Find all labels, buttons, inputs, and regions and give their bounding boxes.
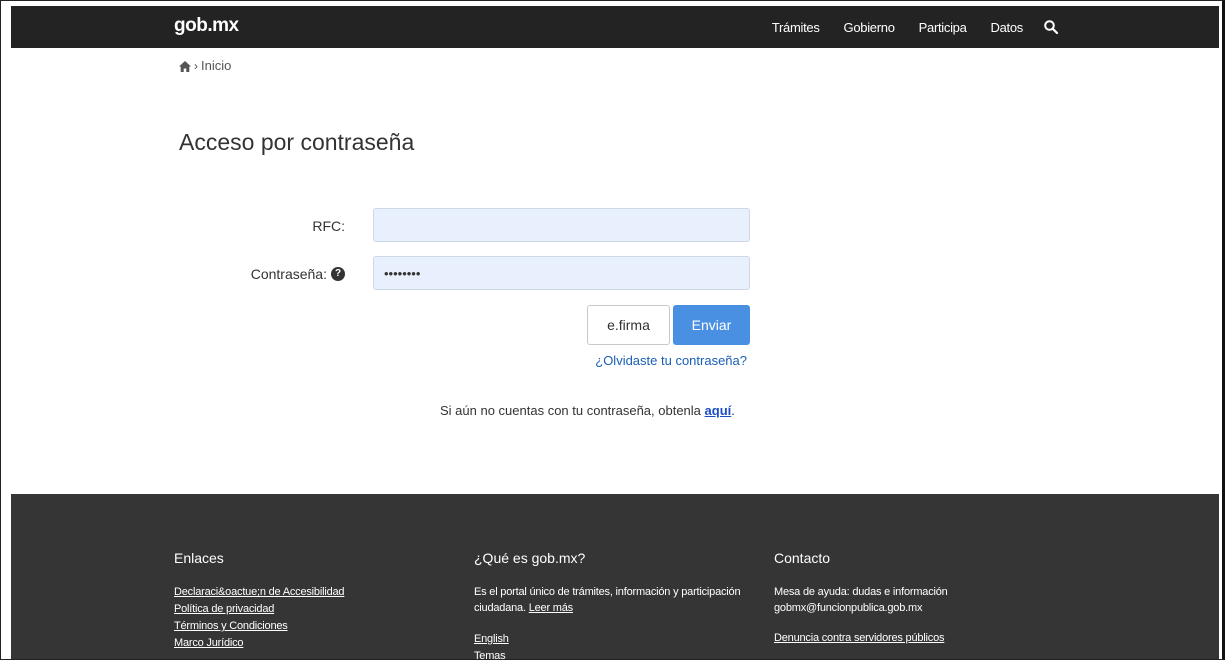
rfc-label-text: RFC:	[312, 218, 345, 234]
signup-message: Si aún no cuentas con tu contraseña, obt…	[440, 403, 735, 418]
footer-about-column: ¿Qué es gob.mx? Es el portal único de tr…	[474, 550, 764, 659]
footer-link-denuncia[interactable]: Denuncia contra servidores públicos	[774, 630, 1034, 647]
question-circle-icon[interactable]: ?	[331, 267, 345, 281]
footer-link-accesibilidad[interactable]: Declaraci&oactue;n de Accesibilidad	[174, 584, 345, 601]
footer-contact-title: Contacto	[774, 550, 831, 566]
breadcrumb-current: Inicio	[201, 58, 232, 73]
footer-link-marco-juridico[interactable]: Marco Jurídico	[174, 635, 344, 652]
breadcrumb: › Inicio	[179, 58, 231, 73]
footer-link-privacidad[interactable]: Política de privacidad	[174, 601, 344, 618]
footer-read-more-link[interactable]: Leer más	[529, 602, 573, 614]
main-nav: Trámites Gobierno Participa Datos	[748, 19, 1059, 35]
breadcrumb-separator: ›	[194, 58, 198, 73]
password-label: Contraseña: ?	[251, 266, 345, 282]
footer: Enlaces Declaraci&oactue;n de Accesibili…	[11, 494, 1219, 659]
browser-viewport: gob.mx Trámites Gobierno Participa Datos…	[0, 0, 1225, 660]
signup-text: Si aún no cuentas con tu contraseña, obt…	[440, 403, 705, 418]
top-navbar: gob.mx Trámites Gobierno Participa Datos	[11, 6, 1219, 48]
footer-contact-text: Mesa de ayuda: dudas e información gobmx…	[774, 586, 948, 614]
brand-logo[interactable]: gob.mx	[174, 15, 239, 37]
page-title: Acceso por contraseña	[179, 129, 415, 155]
footer-about-title: ¿Qué es gob.mx?	[474, 550, 586, 566]
forgot-password-link[interactable]: ¿Olvidaste tu contraseña?	[595, 353, 747, 368]
rfc-label: RFC:	[312, 218, 345, 234]
password-label-text: Contraseña:	[250, 266, 327, 282]
nav-datos[interactable]: Datos	[991, 20, 1024, 35]
home-icon[interactable]	[179, 60, 191, 72]
footer-link-english[interactable]: English	[474, 631, 764, 648]
footer-link-terminos[interactable]: Términos y Condiciones	[174, 618, 344, 635]
footer-about-text: Es el portal único de trámites, informac…	[474, 584, 764, 617]
signup-end: .	[731, 403, 735, 418]
footer-links-column: Enlaces Declaraci&oactue;n de Accesibili…	[174, 550, 345, 652]
search-icon[interactable]	[1043, 19, 1059, 35]
rfc-input[interactable]	[373, 208, 750, 242]
footer-links-title: Enlaces	[174, 550, 224, 566]
nav-tramites[interactable]: Trámites	[772, 20, 820, 35]
footer-about-desc: Es el portal único de trámites, informac…	[474, 586, 741, 614]
signup-link[interactable]: aquí	[705, 403, 732, 418]
efirma-button[interactable]: e.firma	[587, 305, 670, 345]
password-input[interactable]	[373, 256, 750, 290]
nav-gobierno[interactable]: Gobierno	[844, 20, 895, 35]
submit-button[interactable]: Enviar	[673, 305, 750, 345]
nav-participa[interactable]: Participa	[919, 20, 967, 35]
footer-contact-column: Contacto Mesa de ayuda: dudas e informac…	[774, 550, 1034, 647]
footer-link-temas[interactable]: Temas	[474, 648, 764, 659]
